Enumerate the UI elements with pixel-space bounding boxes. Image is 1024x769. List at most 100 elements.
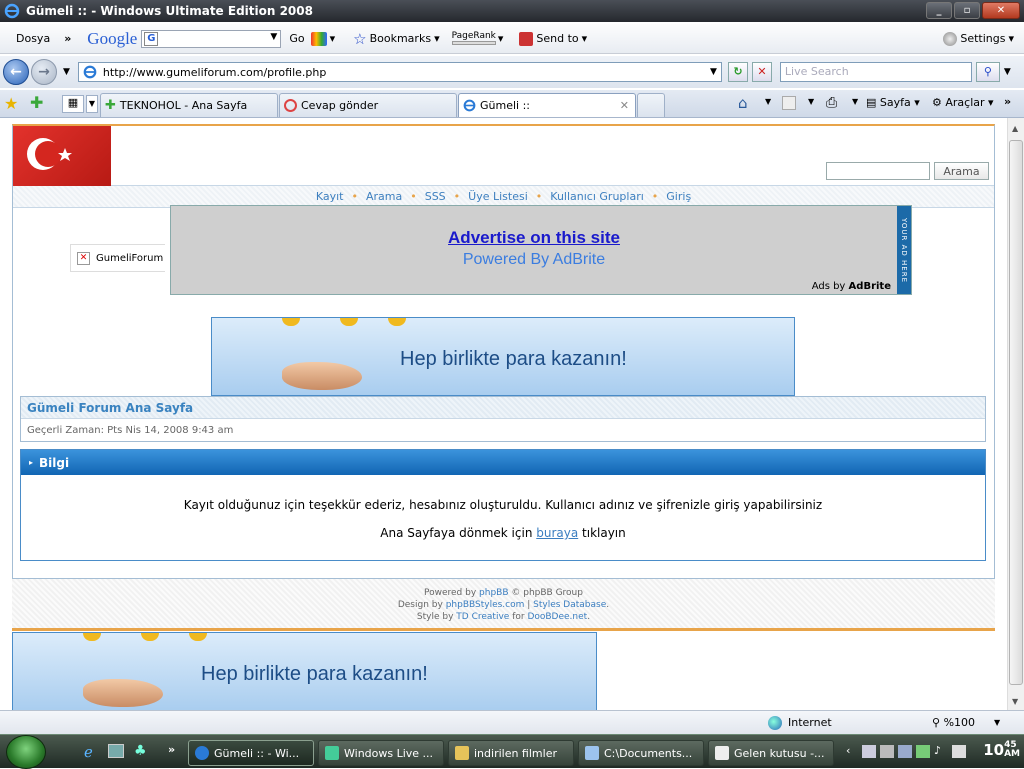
wrench-icon	[943, 31, 958, 46]
coin-icon	[340, 318, 358, 326]
scrollbar-thumb[interactable]	[1009, 140, 1023, 685]
forward-button[interactable]: →	[31, 59, 57, 85]
phpbbstyles-link[interactable]: phpBBStyles.com	[446, 600, 525, 610]
hand-icon	[83, 679, 163, 707]
task-indirilen-filmler[interactable]: indirilen filmler	[448, 740, 574, 766]
maximize-button[interactable]: ▫	[954, 2, 980, 19]
search-options-dropdown[interactable]: ▼	[1004, 67, 1011, 77]
scroll-down-icon[interactable]: ▼	[1012, 697, 1018, 706]
doobdee-link[interactable]: DooBDee.net	[527, 612, 587, 622]
quicklaunch-overflow-icon[interactable]: »	[168, 743, 175, 756]
start-button[interactable]	[6, 735, 46, 769]
feeds-dropdown[interactable]: ▼	[808, 97, 814, 106]
powered-by-adbrite[interactable]: Powered By AdBrite	[171, 251, 897, 269]
adbrite-ad[interactable]: Advertise on this site Powered By AdBrit…	[170, 205, 912, 295]
money-banner[interactable]: Hep birlikte para kazanın!	[211, 317, 795, 396]
ie-quicklaunch-icon[interactable]: ℯ	[84, 743, 93, 761]
vertical-scrollbar[interactable]: ▲ ▼	[1007, 118, 1024, 710]
tray-icon-2[interactable]	[880, 745, 894, 758]
home-icon[interactable]: ⌂	[738, 94, 748, 112]
advertise-link[interactable]: Advertise on this site	[171, 228, 897, 248]
refresh-button[interactable]: ↻	[727, 62, 748, 82]
new-tab-button[interactable]	[637, 93, 665, 117]
broken-image-gumeliforum[interactable]: ✕ GumeliForum	[70, 244, 165, 272]
google-toolbar: Dosya » Google G ▼ Go ▾ ☆ Bookmarks ▾ PageR…	[0, 24, 1024, 54]
favorites-star-icon[interactable]: ★	[4, 94, 18, 113]
task-gelen-kutusu[interactable]: Gelen kutusu -...	[708, 740, 834, 766]
send-to-button[interactable]: Send to ▾	[519, 31, 587, 46]
coin-icon	[189, 633, 207, 641]
home-dropdown[interactable]: ▼	[765, 97, 771, 106]
page-menu[interactable]: ▤ Sayfa ▾	[866, 96, 920, 109]
quick-tabs-icon[interactable]: ▦	[62, 95, 84, 113]
return-link[interactable]: buraya	[536, 526, 578, 540]
settings-button[interactable]: Settings ▾	[943, 31, 1014, 46]
forum-logo[interactable]	[13, 126, 111, 186]
your-ad-here-tab[interactable]: YOUR AD HERE	[897, 206, 911, 294]
forum-header: Arama	[13, 126, 994, 186]
nav-register-link[interactable]: Kayıt	[316, 190, 344, 203]
coin-icon	[282, 318, 300, 326]
tab-cevap-gonder[interactable]: Cevap gönder	[279, 93, 457, 117]
nav-login-link[interactable]: Giriş	[666, 190, 691, 203]
chevron-down-icon: ▼	[710, 67, 717, 77]
feeds-icon[interactable]	[782, 96, 796, 110]
minimize-button[interactable]: _	[926, 2, 952, 19]
zoom-dropdown[interactable]: ▼	[994, 718, 1000, 727]
tray-icon-3[interactable]	[898, 745, 912, 758]
print-dropdown[interactable]: ▼	[852, 97, 858, 106]
tray-expand-icon[interactable]: ‹	[846, 744, 850, 757]
nav-bullet: •	[651, 190, 659, 203]
live-search-input[interactable]: Live Search	[779, 62, 972, 82]
tab-gumeli[interactable]: Gümeli :: ✕	[458, 93, 636, 117]
tray-icon-4[interactable]	[916, 745, 930, 758]
bookmarks-button[interactable]: ☆ Bookmarks ▾	[353, 30, 439, 48]
close-button[interactable]: ✕	[982, 2, 1020, 19]
volume-icon[interactable]: ♪	[934, 744, 941, 757]
phpbb-link[interactable]: phpBB	[479, 588, 508, 598]
file-menu[interactable]: Dosya	[16, 32, 50, 45]
scroll-up-icon[interactable]: ▲	[1012, 124, 1018, 133]
network-icon[interactable]	[952, 745, 966, 758]
nav-faq-link[interactable]: SSS	[425, 190, 446, 203]
styles-database-link[interactable]: Styles Database	[533, 600, 606, 610]
search-button[interactable]: ⚲	[975, 62, 1000, 82]
show-desktop-icon[interactable]	[108, 744, 124, 758]
toolbar-overflow-icon[interactable]: »	[64, 32, 71, 45]
nav-search-link[interactable]: Arama	[366, 190, 402, 203]
tab-bar: ★ ✚ ▦ ▼ ✚ TEKNOHOL - Ana Sayfa Cevap gön…	[0, 90, 1024, 118]
task-ie-gumeli[interactable]: Gümeli :: - Wi...	[188, 740, 314, 766]
tray-icon-1[interactable]	[862, 745, 876, 758]
back-button[interactable]: ←	[3, 59, 29, 85]
stop-button[interactable]: ✕	[751, 62, 772, 82]
close-tab-icon[interactable]: ✕	[620, 99, 629, 112]
nav-memberlist-link[interactable]: Üye Listesi	[468, 190, 528, 203]
messenger-quicklaunch-icon[interactable]: ♣	[134, 743, 147, 759]
print-icon[interactable]: ⎙	[826, 95, 837, 111]
clock[interactable]: 10 45 AM	[983, 741, 1020, 760]
tab-list-dropdown[interactable]: ▼	[86, 95, 98, 113]
pagerank-dropdown[interactable]: ▾	[498, 32, 504, 45]
go-button[interactable]: Go	[289, 32, 304, 45]
address-input[interactable]: http://www.gumeliforum.com/profile.php ▼	[77, 62, 722, 82]
forum-search-button[interactable]: Arama	[934, 162, 989, 180]
add-favorite-icon[interactable]: ✚	[30, 93, 43, 112]
money-banner-bottom[interactable]: Hep birlikte para kazanın!	[12, 632, 597, 710]
history-dropdown[interactable]: ▼	[63, 67, 70, 77]
options-icon[interactable]: ▾	[310, 31, 335, 46]
coin-icon	[83, 633, 101, 641]
tab-teknohol[interactable]: ✚ TEKNOHOL - Ana Sayfa	[100, 93, 278, 117]
arrow-right-icon: ▸	[29, 458, 34, 467]
td-creative-link[interactable]: TD Creative	[456, 612, 509, 622]
ads-by-label[interactable]: Ads by AdBrite	[812, 281, 891, 292]
zoom-level[interactable]: ⚲ %100	[932, 716, 975, 729]
task-windows-live[interactable]: Windows Live ...	[318, 740, 444, 766]
task-documents[interactable]: C:\Documents...	[578, 740, 704, 766]
globe-icon	[768, 716, 782, 730]
forum-index-link[interactable]: Gümeli Forum Ana Sayfa	[21, 397, 985, 419]
google-search-field[interactable]: G ▼	[141, 29, 282, 48]
tools-menu[interactable]: ⚙ Araçlar ▾	[932, 96, 994, 109]
nav-usergroups-link[interactable]: Kullanıcı Grupları	[550, 190, 644, 203]
command-bar-overflow-icon[interactable]: »	[1004, 95, 1011, 108]
forum-search-input[interactable]	[826, 162, 930, 180]
